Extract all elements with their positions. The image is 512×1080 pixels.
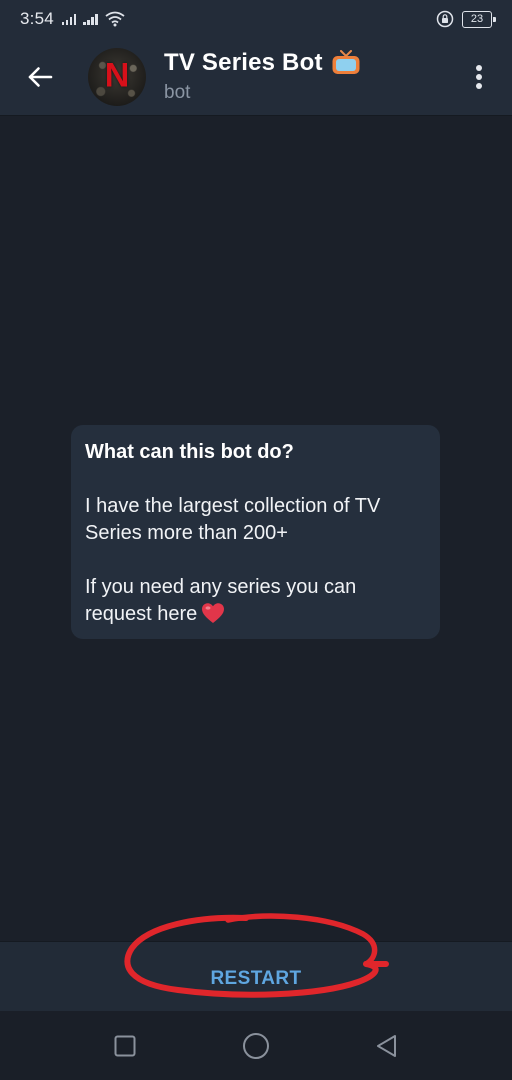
more-options-button[interactable] — [466, 64, 492, 90]
signal-2-icon — [83, 13, 98, 25]
restart-button[interactable]: RESTART — [0, 941, 512, 1011]
restart-label: RESTART — [210, 967, 302, 989]
bubble-heading: What can this bot do? — [85, 441, 294, 463]
recents-button[interactable] — [105, 1026, 145, 1066]
square-icon — [114, 1035, 136, 1056]
more-vertical-icon-dot — [476, 74, 482, 80]
system-back-button[interactable] — [367, 1026, 407, 1066]
signal-1-icon — [61, 13, 77, 25]
battery-indicator: 23 — [462, 10, 496, 28]
avatar-letter: N — [104, 56, 130, 95]
bubble-paragraph-2: If you need any series you can request h… — [85, 574, 426, 628]
chat-title-block[interactable]: TV Series Bot bot — [164, 49, 361, 104]
avatar[interactable]: N — [88, 47, 146, 106]
wifi-icon — [105, 11, 125, 27]
status-time: 3:54 — [20, 9, 54, 28]
more-vertical-icon-dot — [476, 65, 482, 71]
heart-icon — [202, 603, 225, 623]
more-vertical-icon-dot — [476, 83, 482, 89]
title-row: TV Series Bot — [164, 49, 361, 77]
status-bar: 3:54 23 — [0, 0, 512, 38]
system-navigation-bar — [0, 1011, 512, 1080]
rotation-lock-icon — [436, 10, 454, 28]
chat-header: N TV Series Bot bot — [0, 38, 512, 116]
back-button[interactable] — [0, 38, 80, 116]
triangle-back-icon — [376, 1034, 396, 1057]
circle-icon — [242, 1032, 269, 1059]
arrow-left-icon — [28, 66, 53, 87]
status-right: 23 — [436, 10, 496, 28]
screen: 3:54 23 N TV Series Bot bot What can thi… — [0, 0, 512, 1080]
chat-title: TV Series Bot — [164, 49, 323, 76]
tv-icon — [332, 50, 360, 74]
status-icons — [61, 11, 125, 27]
chat-subtitle: bot — [164, 82, 191, 103]
bot-description-bubble: What can this bot do? I have the largest… — [71, 425, 440, 639]
bubble-paragraph-1: I have the largest collection of TV Seri… — [85, 495, 381, 544]
home-button[interactable] — [236, 1026, 276, 1066]
